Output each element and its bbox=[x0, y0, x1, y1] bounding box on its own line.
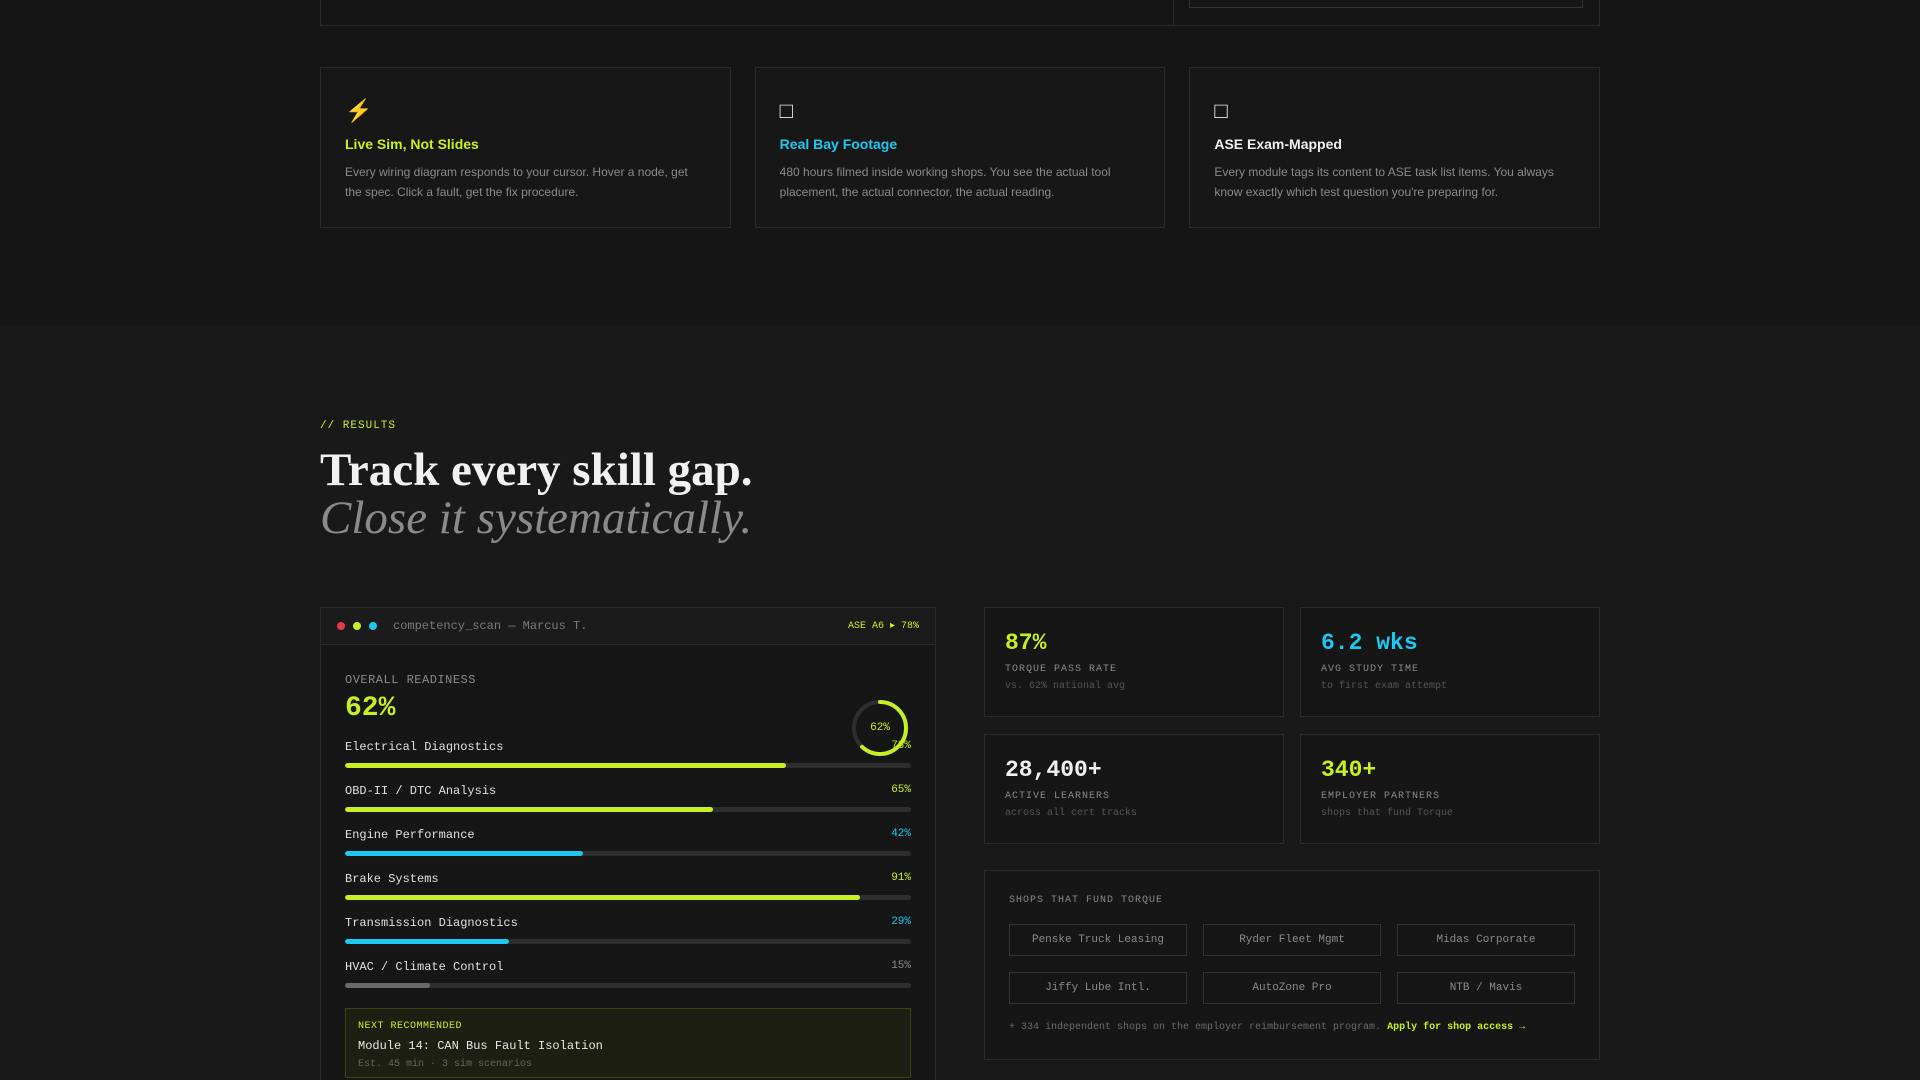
stat-card-learners: 28,400+ ACTIVE LEARNERS across all cert … bbox=[984, 734, 1284, 844]
skill-pct: 42% bbox=[891, 828, 911, 840]
next-recommended-card[interactable]: NEXT RECOMMENDED Module 14: CAN Bus Faul… bbox=[345, 1008, 911, 1078]
shops-note: + 334 independent shops on the employer … bbox=[1009, 1022, 1575, 1033]
results-section bbox=[0, 325, 1920, 1080]
skill-fill bbox=[345, 895, 861, 900]
shop-chip: Ryder Fleet Mgmt bbox=[1203, 924, 1381, 956]
skill-pct: 65% bbox=[891, 784, 911, 796]
skill-fill bbox=[345, 939, 510, 944]
scan-title: competency_scan — Marcus T. bbox=[393, 619, 588, 633]
next-module-meta: Est. 45 min · 3 sim scenarios bbox=[358, 1059, 533, 1070]
skill-name: Electrical Diagnostics bbox=[345, 740, 504, 754]
skill-item: Engine Performance 42% bbox=[345, 828, 911, 872]
readiness-value: 62% bbox=[345, 693, 396, 724]
skill-item: HVAC / Climate Control 15% bbox=[345, 960, 911, 1004]
stat-label: AVG STUDY TIME bbox=[1321, 664, 1420, 675]
skill-item: Electrical Diagnostics 78% bbox=[345, 740, 911, 784]
skill-track bbox=[345, 983, 911, 988]
skill-track bbox=[345, 807, 911, 812]
feature-card-live-sim: ⚡ Live Sim, Not Slides Every wiring diag… bbox=[320, 67, 731, 228]
skill-item: Transmission Diagnostics 29% bbox=[345, 916, 911, 960]
skill-name: Engine Performance bbox=[345, 828, 475, 842]
ase-badge: ASE A6 ▸ 78% bbox=[847, 621, 919, 632]
skill-fill bbox=[345, 807, 713, 812]
feature-card-ase-mapped: □ ASE Exam-Mapped Every module tags its … bbox=[1189, 67, 1601, 228]
window-dot-lime-icon bbox=[353, 622, 361, 630]
stat-sub: shops that fund Torque bbox=[1321, 808, 1454, 819]
shops-panel: SHOPS THAT FUND TORQUE Penske Truck Leas… bbox=[984, 870, 1600, 1060]
stat-label: TORQUE PASS RATE bbox=[1005, 664, 1118, 675]
stat-sub: vs. 62% national avg bbox=[1005, 681, 1126, 692]
scan-body: OVERALL READINESS 62% 62% Electrical Dia… bbox=[321, 673, 935, 1078]
next-label: NEXT RECOMMENDED bbox=[358, 1021, 463, 1032]
skill-fill bbox=[345, 983, 430, 988]
skill-item: OBD-II / DTC Analysis 65% bbox=[345, 784, 911, 828]
previous-panel-bottom bbox=[320, 0, 1600, 26]
video-icon: □ bbox=[779, 98, 793, 123]
feature-title: Real Bay Footage bbox=[779, 136, 898, 152]
feature-title: Live Sim, Not Slides bbox=[345, 136, 479, 152]
stat-value: 6.2 wks bbox=[1321, 630, 1418, 656]
stat-card-pass-rate: 87% TORQUE PASS RATE vs. 62% national av… bbox=[984, 607, 1284, 717]
feature-card-bay-footage: □ Real Bay Footage 480 hours filmed insi… bbox=[754, 67, 1166, 228]
shop-grid: Penske Truck Leasing Ryder Fleet Mgmt Mi… bbox=[1009, 924, 1575, 1004]
panel-inner-box bbox=[1189, 0, 1583, 8]
skill-item: Brake Systems 91% bbox=[345, 872, 911, 916]
shop-chip: Midas Corporate bbox=[1397, 924, 1575, 956]
skill-name: HVAC / Climate Control bbox=[345, 960, 504, 974]
readiness-ring: 62% bbox=[851, 699, 909, 757]
scan-window-bar: competency_scan — Marcus T. ASE A6 ▸ 78% bbox=[321, 608, 935, 645]
skill-fill bbox=[345, 763, 787, 768]
feature-cards: ⚡ Live Sim, Not Slides Every wiring diag… bbox=[320, 67, 1601, 228]
shops-note-text: + 334 independent shops on the employer … bbox=[1009, 1022, 1382, 1033]
shop-chip: AutoZone Pro bbox=[1203, 972, 1381, 1004]
competency-scan-panel: competency_scan — Marcus T. ASE A6 ▸ 78%… bbox=[320, 607, 936, 1080]
stat-value: 87% bbox=[1005, 630, 1047, 656]
shop-chip: NTB / Mavis bbox=[1397, 972, 1575, 1004]
feature-desc: Every wiring diagram responds to your cu… bbox=[345, 165, 688, 199]
section-headline: Track every skill gap. bbox=[320, 444, 753, 496]
skill-pct: 29% bbox=[891, 916, 911, 928]
stat-sub: across all cert tracks bbox=[1005, 808, 1138, 819]
skill-pct: 15% bbox=[891, 960, 911, 972]
next-module-title: Module 14: CAN Bus Fault Isolation bbox=[358, 1039, 603, 1053]
skill-fill bbox=[345, 851, 583, 856]
feature-title: ASE Exam-Mapped bbox=[1214, 136, 1342, 152]
window-dot-red-icon bbox=[337, 622, 345, 630]
stat-card-partners: 340+ EMPLOYER PARTNERS shops that fund T… bbox=[1300, 734, 1600, 844]
stat-value: 28,400+ bbox=[1005, 757, 1102, 783]
skill-name: OBD-II / DTC Analysis bbox=[345, 784, 497, 798]
feature-desc: Every module tags its content to ASE tas… bbox=[1214, 165, 1554, 199]
window-dot-cyan-icon bbox=[369, 622, 377, 630]
stat-label: EMPLOYER PARTNERS bbox=[1321, 791, 1441, 802]
stat-value: 340+ bbox=[1321, 757, 1377, 783]
panel-divider bbox=[1173, 0, 1174, 25]
shop-chip: Jiffy Lube Intl. bbox=[1009, 972, 1187, 1004]
lightning-icon: ⚡ bbox=[345, 98, 373, 123]
skill-name: Transmission Diagnostics bbox=[345, 916, 518, 930]
section-eyebrow: // RESULTS bbox=[320, 420, 397, 432]
stat-label: ACTIVE LEARNERS bbox=[1005, 791, 1111, 802]
clipboard-icon: □ bbox=[1214, 98, 1228, 123]
apply-shop-access-link[interactable]: Apply for shop access → bbox=[1387, 1022, 1525, 1033]
feature-desc: 480 hours filmed inside working shops. Y… bbox=[779, 165, 1111, 199]
skill-track bbox=[345, 851, 911, 856]
skill-track bbox=[345, 763, 911, 768]
shops-label: SHOPS THAT FUND TORQUE bbox=[1009, 895, 1164, 906]
section-subline: Close it systematically. bbox=[320, 492, 753, 544]
skill-name: Brake Systems bbox=[345, 872, 439, 886]
skill-track bbox=[345, 895, 911, 900]
shop-chip: Penske Truck Leasing bbox=[1009, 924, 1187, 956]
stat-sub: to first exam attempt bbox=[1321, 681, 1448, 692]
skill-track bbox=[345, 939, 911, 944]
skill-list: Electrical Diagnostics 78% OBD-II / DTC A… bbox=[345, 740, 911, 1004]
ring-text: 62% bbox=[870, 722, 890, 734]
skill-pct: 91% bbox=[891, 872, 911, 884]
readiness-label: OVERALL READINESS bbox=[345, 673, 476, 687]
stat-card-study-time: 6.2 wks AVG STUDY TIME to first exam att… bbox=[1300, 607, 1600, 717]
